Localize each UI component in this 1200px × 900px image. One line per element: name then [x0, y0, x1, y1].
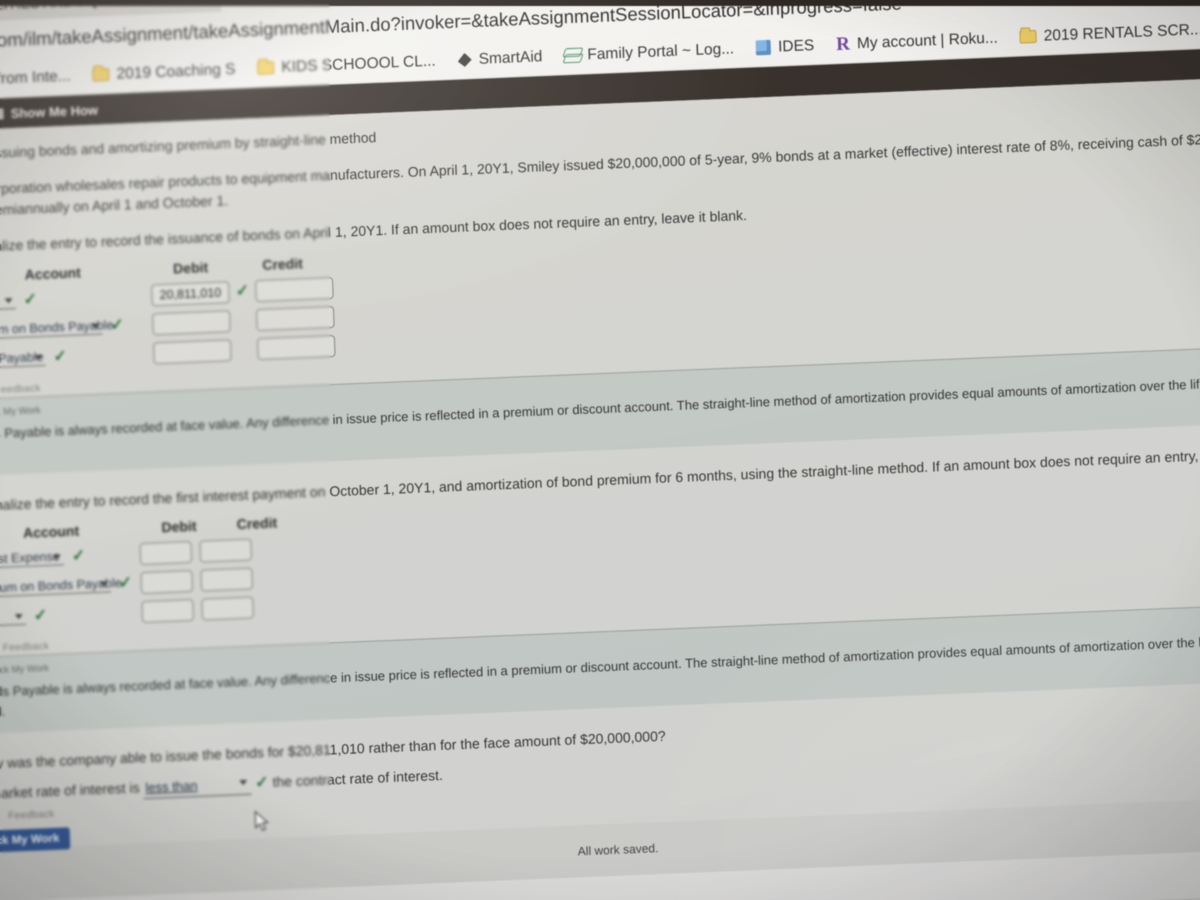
check-my-work-label: Check My Work: [0, 404, 41, 419]
debit-input-bonds-payable[interactable]: [153, 338, 232, 365]
column-header-debit: Debit: [161, 518, 197, 536]
chevron-down-icon: [14, 614, 23, 620]
bookmark-smartaid[interactable]: SmartAid: [446, 44, 553, 72]
bookmark-label: mported from Inte...: [0, 67, 71, 90]
show-me-how-icon: [0, 107, 4, 120]
chevron-down-icon: [239, 780, 248, 786]
credit-input-premium[interactable]: [255, 305, 335, 331]
bookmark-imported[interactable]: mported from Inte...: [0, 64, 82, 94]
photo-of-screen: LIABILITIES AND EQUITIES COM ✕ CengageNO…: [0, 0, 1200, 900]
debit-input-cash-b[interactable]: [141, 599, 195, 624]
market-rate-select[interactable]: less than: [143, 773, 252, 800]
assignment-page: tries for issuing bonds and amortizing p…: [0, 76, 1200, 854]
part-c-answer-suffix: the contract rate of interest.: [272, 767, 444, 791]
column-header-account: Account: [24, 264, 81, 283]
computer-screen: LIABILITIES AND EQUITIES COM ✕ CengageNO…: [0, 0, 1200, 900]
debit-value: 20,811,010: [159, 285, 222, 302]
column-header-credit: Credit: [236, 514, 278, 533]
layers-icon: [564, 49, 580, 63]
folder-icon: [1019, 29, 1037, 44]
debit-input-interest-expense[interactable]: [139, 541, 193, 566]
bookmark-2019-rentals[interactable]: 2019 RENTALS SCR...: [1008, 17, 1200, 49]
bookmark-2019-coaching[interactable]: 2019 Coaching S: [81, 57, 247, 88]
ides-icon: [755, 39, 772, 56]
debit-input-premium[interactable]: [152, 309, 231, 336]
bookmark-roku[interactable]: R My account | Roku...: [825, 24, 1009, 60]
chevron-down-icon: [4, 297, 13, 304]
credit-input-interest-expense[interactable]: [199, 538, 253, 564]
debit-input-premium-b[interactable]: [140, 570, 194, 595]
check-my-work-button[interactable]: Check My Work: [0, 827, 71, 854]
account-select-value: Interest Expense: [0, 549, 60, 568]
correct-check-icon: ✓: [254, 774, 269, 792]
account-select-premium-on-bonds-payable-b[interactable]: Premium on Bonds Payable: [0, 576, 122, 599]
show-me-how-label: Show Me How: [10, 101, 99, 121]
account-select-bonds-payable[interactable]: Bonds Payable: [0, 349, 46, 370]
bookmark-label: 2019 Coaching S: [116, 60, 236, 83]
credit-input-cash[interactable]: [255, 276, 334, 302]
correct-check-icon: ✓: [23, 290, 38, 309]
column-header-credit: Credit: [262, 254, 304, 273]
folder-icon: [92, 67, 110, 82]
debit-input-cash[interactable]: 20,811,010: [151, 280, 230, 307]
chevron-down-icon: [99, 581, 108, 588]
market-rate-value: less than: [145, 778, 198, 796]
column-header-debit: Debit: [172, 258, 209, 277]
part-c-answer-prefix: The market rate of interest is: [0, 779, 140, 802]
account-select-cash-b[interactable]: Cash: [0, 609, 27, 628]
credit-input-cash-b[interactable]: [201, 596, 254, 622]
chevron-down-icon: [52, 554, 61, 561]
credit-input-bonds-payable[interactable]: [256, 334, 336, 360]
bookmark-family-portal[interactable]: Family Portal ~ Log...: [553, 36, 746, 68]
roku-icon: R: [835, 33, 851, 55]
check-my-work-label: Check My Work: [0, 663, 50, 678]
correct-check-icon: ✓: [235, 282, 250, 300]
correct-check-icon: ✓: [53, 347, 68, 366]
account-select-cash[interactable]: Cash: [0, 292, 16, 312]
kite-icon: [457, 53, 471, 68]
credit-input-premium-b[interactable]: [200, 567, 254, 593]
correct-check-icon: ✓: [71, 547, 86, 566]
bookmark-ides[interactable]: IDES: [745, 33, 826, 60]
bookmark-label: My account | Roku...: [856, 29, 999, 52]
bookmark-label: 2019 RENTALS SCR...: [1043, 20, 1200, 45]
account-select-premium-on-bonds-payable[interactable]: Premium on Bonds Payable: [0, 318, 114, 341]
column-header-account: Account: [22, 523, 80, 542]
bookmark-label: KIDS SCHOOOL CL...: [281, 52, 436, 76]
bookmark-label: IDES: [777, 36, 815, 56]
correct-check-icon: ✓: [33, 607, 48, 625]
photo-top-bezel: [0, 0, 1200, 6]
folder-icon: [257, 61, 275, 75]
chevron-down-icon: [91, 323, 100, 329]
account-select-interest-expense[interactable]: Interest Expense: [0, 549, 65, 570]
save-status-text: All work saved.: [577, 841, 659, 859]
chevron-down-icon: [34, 354, 43, 361]
bookmark-kids-school[interactable]: KIDS SCHOOOL CL...: [246, 49, 447, 81]
show-me-how-button[interactable]: Show Me How: [0, 102, 98, 121]
bookmark-label: Family Portal ~ Log...: [587, 39, 735, 63]
bookmark-label: SmartAid: [478, 47, 543, 68]
